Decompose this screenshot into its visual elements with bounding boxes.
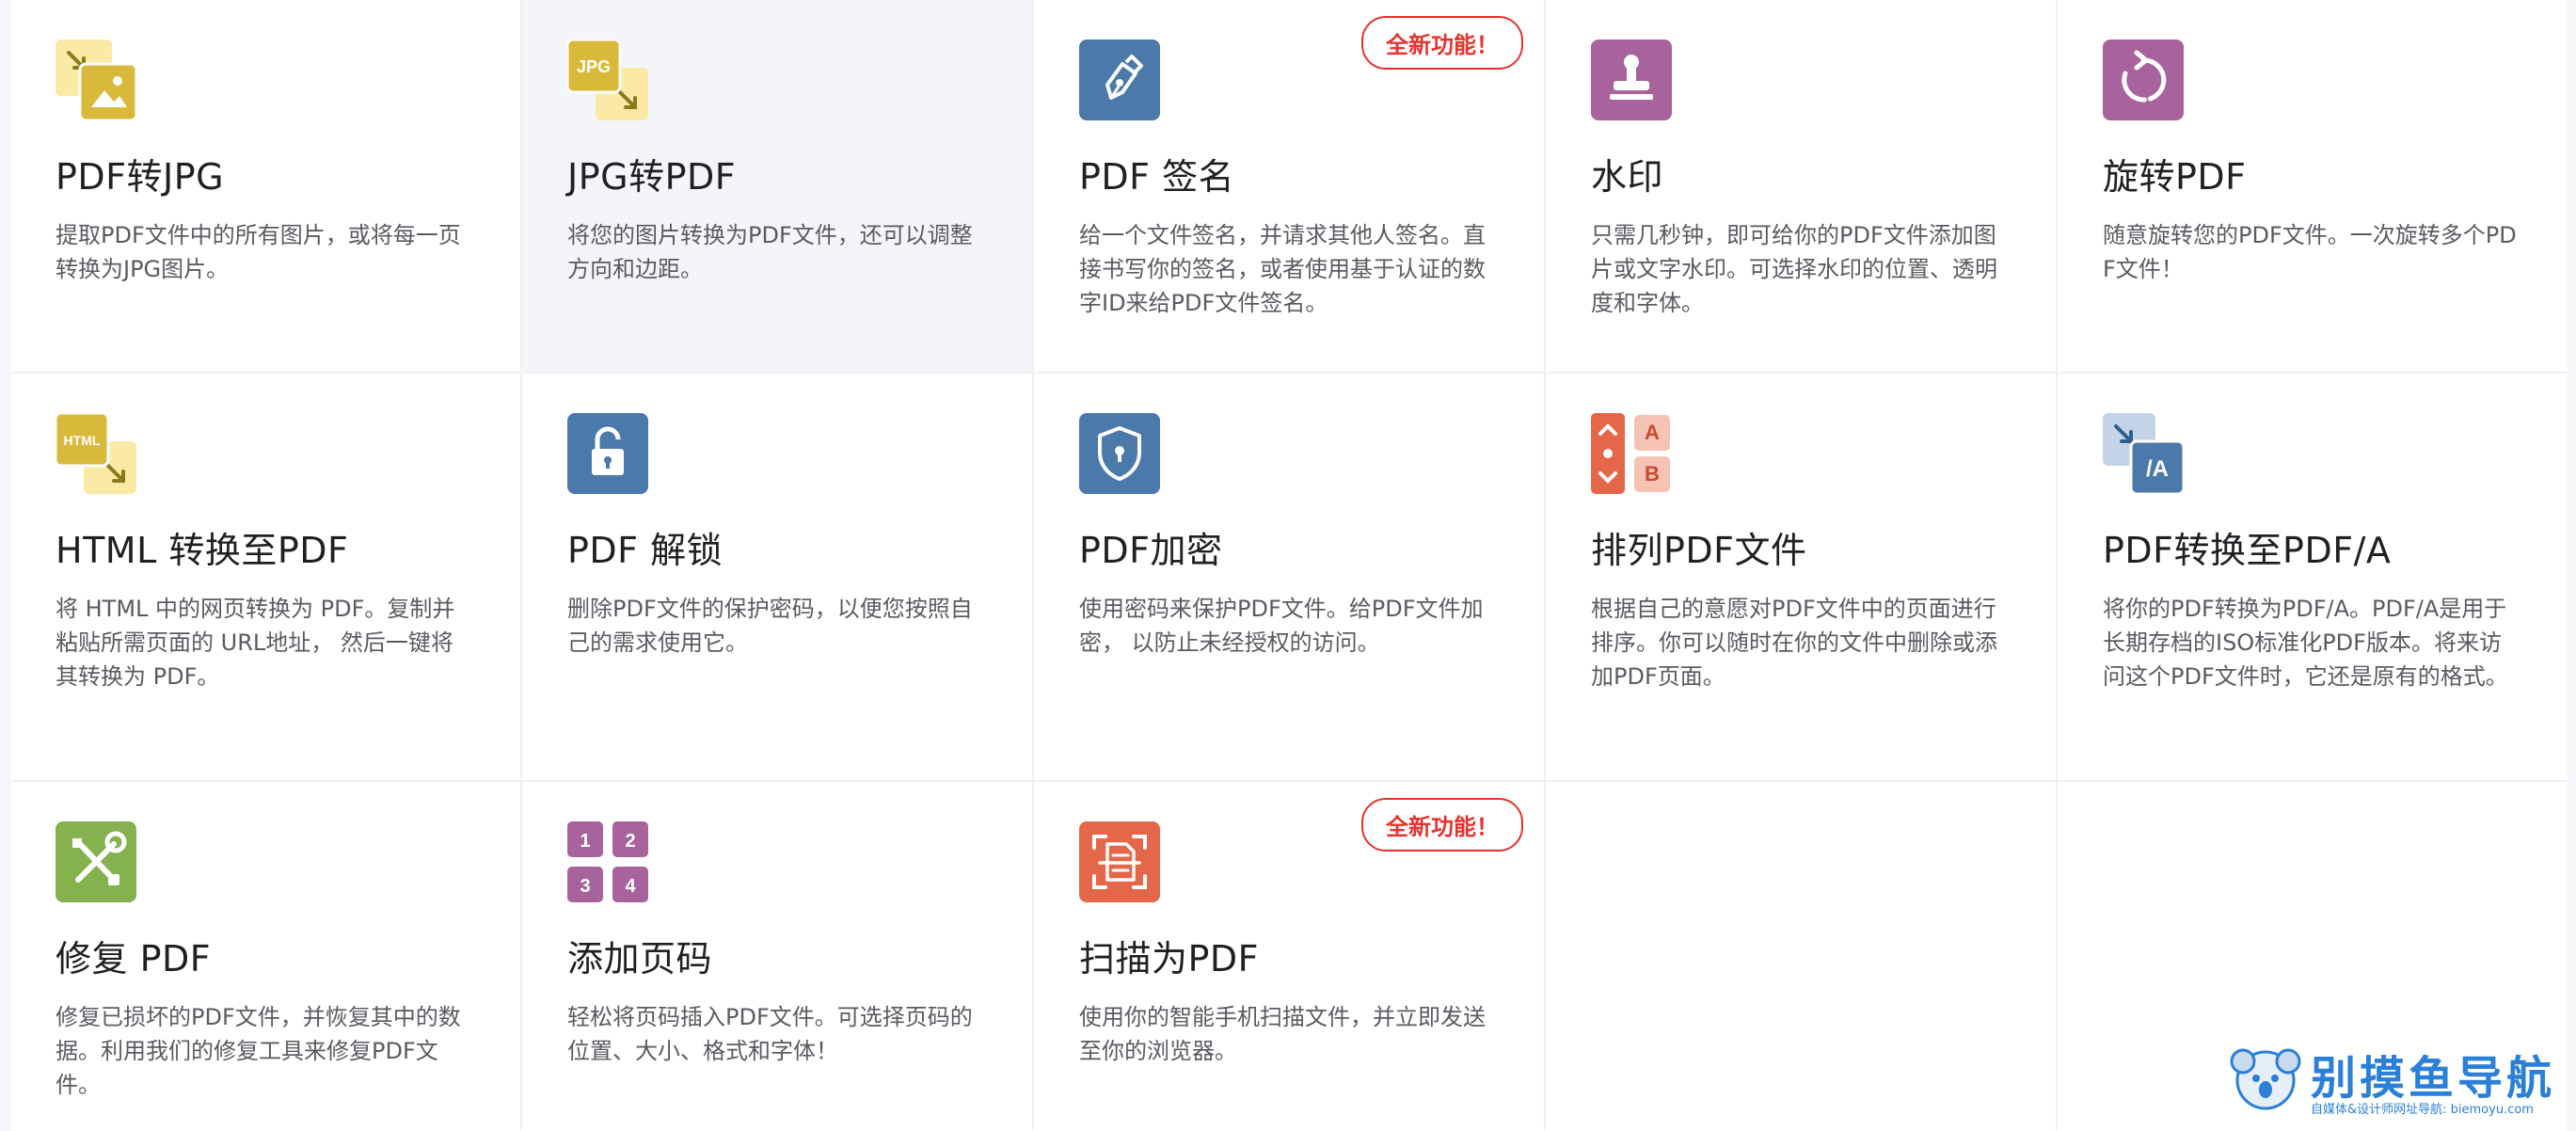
- organize-pages-icon: A B: [1591, 413, 1670, 494]
- repair-tools-icon: [56, 821, 136, 902]
- tool-description: 随意旋转您的PDF文件。一次旋转多个PDF文件！: [2103, 221, 2517, 282]
- site-watermark: 别摸鱼导航 自媒体&设计师网址导航: biemoyu.com: [2228, 1035, 2555, 1120]
- pdf-to-pdfa-icon: /A: [2103, 413, 2184, 494]
- koala-logo-icon: [2230, 1048, 2301, 1110]
- tool-card-page-numbers[interactable]: 1 2 3 4 添加页码 轻松将页码插入PDF文件。可选择页码的位置、大小、格式…: [522, 782, 1032, 1131]
- tool-card-rotate-pdf[interactable]: 旋转PDF 随意旋转您的PDF文件。一次旋转多个PDF文件！: [2058, 0, 2568, 372]
- tool-description: 根据自己的意愿对PDF文件中的页面进行排序。你可以随时在你的文件中删除或添加PD…: [1591, 595, 1997, 690]
- page-numbers-icon: 1 2 3 4: [567, 821, 648, 902]
- tool-description: 轻松将页码插入PDF文件。可选择页码的位置、大小、格式和字体！: [567, 1003, 973, 1064]
- tool-card-pdf-to-pdfa[interactable]: /A PDF转换至PDF/A 将你的PDF转换为PDF/A。PDF/A是用于长期…: [2058, 374, 2568, 780]
- empty-cell: [1546, 782, 2056, 1131]
- watermark-subtitle: 自媒体&设计师网址导航: biemoyu.com: [2311, 1103, 2534, 1117]
- icon-label: 2: [625, 831, 635, 852]
- html-to-pdf-icon: HTML: [56, 413, 136, 494]
- tool-card-pdf-sign[interactable]: 全新功能！ PDF 签名 给一个文件签名，并请求其他人签名。直接书写你的签名，或…: [1034, 0, 1544, 372]
- tool-card-jpg-to-pdf[interactable]: JPG JPG转PDF 将您的图片转换为PDF文件，还可以调整方向和边距。: [522, 0, 1032, 372]
- icon-label: B: [1645, 462, 1660, 486]
- tool-description: 删除PDF文件的保护密码，以便您按照自己的需求使用它。: [567, 595, 973, 656]
- tool-title: JPG转PDF: [567, 156, 737, 198]
- tool-title: PDF 解锁: [567, 530, 724, 571]
- tool-description: 提取PDF文件中的所有图片，或将每一页转换为JPG图片。: [56, 221, 461, 282]
- tool-card-organize-pdf[interactable]: A B 排列PDF文件 根据自己的意愿对PDF文件中的页面进行排序。你可以随时在…: [1546, 374, 2056, 780]
- new-feature-badge: 全新功能！: [1361, 798, 1523, 852]
- tool-title: 扫描为PDF: [1079, 938, 1260, 980]
- tool-card-protect-pdf[interactable]: PDF加密 使用密码来保护PDF文件。给PDF文件加密， 以防止未经授权的访问。: [1034, 374, 1544, 780]
- new-feature-badge: 全新功能！: [1361, 16, 1523, 70]
- icon-label: 1: [580, 831, 590, 852]
- tool-description: 使用你的智能手机扫描文件，并立即发送至你的浏览器。: [1079, 1003, 1486, 1064]
- icon-label: HTML: [64, 433, 101, 448]
- tool-card-html-to-pdf[interactable]: HTML HTML 转换至PDF 将 HTML 中的网页转换为 PDF。复制并粘…: [10, 374, 520, 780]
- tool-card-watermark[interactable]: 水印 只需几秒钟，即可给你的PDF文件添加图片或文字水印。可选择水印的位置、透明…: [1546, 0, 2056, 372]
- rotate-icon: [2103, 40, 2184, 120]
- scan-document-icon: [1079, 821, 1160, 902]
- icon-label: /A: [2146, 456, 2169, 482]
- tool-card-scan-to-pdf[interactable]: 全新功能！ 扫描为PDF 使用你的智能手机扫描文件，并立即发送至你的浏览器。: [1034, 782, 1544, 1131]
- tool-card-unlock-pdf[interactable]: PDF 解锁 删除PDF文件的保护密码，以便您按照自己的需求使用它。: [522, 374, 1032, 780]
- tool-title: PDF 签名: [1079, 156, 1235, 198]
- tool-title: 修复 PDF: [56, 938, 212, 980]
- tool-title: HTML 转换至PDF: [56, 530, 349, 571]
- stamp-icon: [1591, 40, 1672, 120]
- tool-description: 只需几秒钟，即可给你的PDF文件添加图片或文字水印。可选择水印的位置、透明度和字…: [1591, 221, 1997, 316]
- icon-label: 4: [625, 876, 636, 897]
- tool-description: 将您的图片转换为PDF文件，还可以调整方向和边距。: [567, 221, 973, 282]
- tool-description: 将 HTML 中的网页转换为 PDF。复制并粘贴所需页面的 URL地址， 然后一…: [56, 595, 455, 690]
- tool-title: PDF转JPG: [56, 156, 225, 198]
- watermark-title: 别摸鱼导航: [2311, 1052, 2556, 1105]
- jpg-to-pdf-icon: JPG: [567, 40, 648, 120]
- shield-lock-icon: [1079, 413, 1160, 494]
- tools-grid: PDF转JPG 提取PDF文件中的所有图片，或将每一页转换为JPG图片。 JPG…: [10, 0, 2568, 1131]
- pen-nib-icon: [1079, 40, 1160, 120]
- tool-title: 水印: [1591, 156, 1664, 198]
- tool-title: 添加页码: [567, 938, 713, 980]
- tool-description: 修复已损坏的PDF文件，并恢复其中的数据。利用我们的修复工具来修复PDF文件。: [56, 1003, 461, 1098]
- icon-label: A: [1645, 421, 1660, 444]
- icon-label: JPG: [577, 57, 611, 76]
- tool-card-pdf-to-jpg[interactable]: PDF转JPG 提取PDF文件中的所有图片，或将每一页转换为JPG图片。: [10, 0, 520, 372]
- tool-card-repair-pdf[interactable]: 修复 PDF 修复已损坏的PDF文件，并恢复其中的数据。利用我们的修复工具来修复…: [10, 782, 520, 1131]
- tool-title: 旋转PDF: [2103, 156, 2247, 198]
- pdf-to-jpg-icon: [56, 40, 136, 120]
- tool-title: PDF转换至PDF/A: [2103, 530, 2392, 571]
- tool-title: 排列PDF文件: [1591, 530, 1807, 571]
- unlock-icon: [567, 413, 648, 494]
- tool-description: 使用密码来保护PDF文件。给PDF文件加密， 以防止未经授权的访问。: [1079, 595, 1484, 656]
- icon-label: 3: [580, 876, 590, 897]
- tool-description: 将你的PDF转换为PDF/A。PDF/A是用于长期存档的ISO标准化PDF版本。…: [2103, 595, 2508, 690]
- tool-description: 给一个文件签名，并请求其他人签名。直接书写你的签名，或者使用基于认证的数字ID来…: [1079, 221, 1486, 316]
- tool-title: PDF加密: [1079, 530, 1223, 571]
